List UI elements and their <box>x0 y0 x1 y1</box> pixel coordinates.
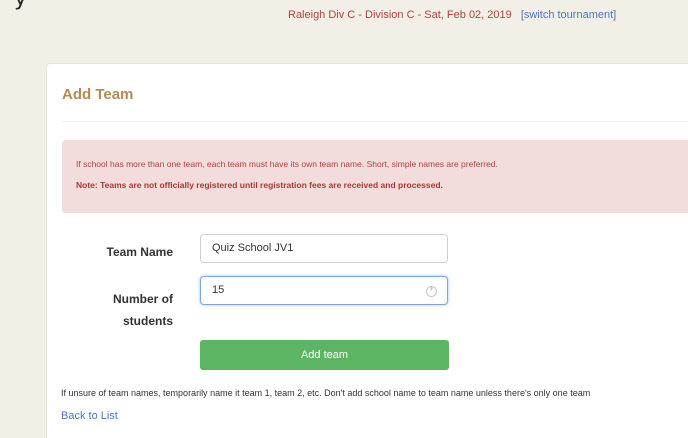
team-name-label: Team Name <box>106 245 173 259</box>
info-alert: If school has more than one team, each t… <box>62 140 688 213</box>
team-name-input[interactable]: Quiz School JV1 <box>200 234 448 263</box>
alert-note: Note: Teams are not officially registere… <box>76 180 443 190</box>
alert-message: If school has more than one team, each t… <box>76 159 498 169</box>
page-heading-fragment: y <box>14 0 27 11</box>
students-value: 15 <box>212 284 225 296</box>
add-team-button[interactable]: Add team <box>200 340 449 370</box>
back-to-list-link[interactable]: Back to List <box>61 410 118 422</box>
page: y Raleigh Div C - Division C - Sat, Feb … <box>0 0 688 438</box>
students-label-line1: Number of <box>113 292 173 306</box>
top-bar: y Raleigh Div C - Division C - Sat, Feb … <box>0 0 688 30</box>
add-team-panel: Add Team If school has more than one tea… <box>46 63 688 438</box>
title-divider <box>62 121 688 122</box>
switch-tournament-link[interactable]: [switch tournament] <box>521 9 616 21</box>
students-label-line2: students <box>122 314 173 328</box>
tournament-name: Raleigh Div C - Division C - Sat, Feb 02… <box>288 9 512 21</box>
team-name-hint: If unsure of team names, temporarily nam… <box>61 388 591 398</box>
number-of-students-label: Number of students <box>87 288 173 332</box>
number-of-students-input[interactable]: 15 ⇕ <box>200 276 448 305</box>
panel-title: Add Team <box>62 86 134 103</box>
number-spinner-icon[interactable]: ⇕ <box>426 286 437 297</box>
tournament-info: Raleigh Div C - Division C - Sat, Feb 02… <box>288 9 616 21</box>
